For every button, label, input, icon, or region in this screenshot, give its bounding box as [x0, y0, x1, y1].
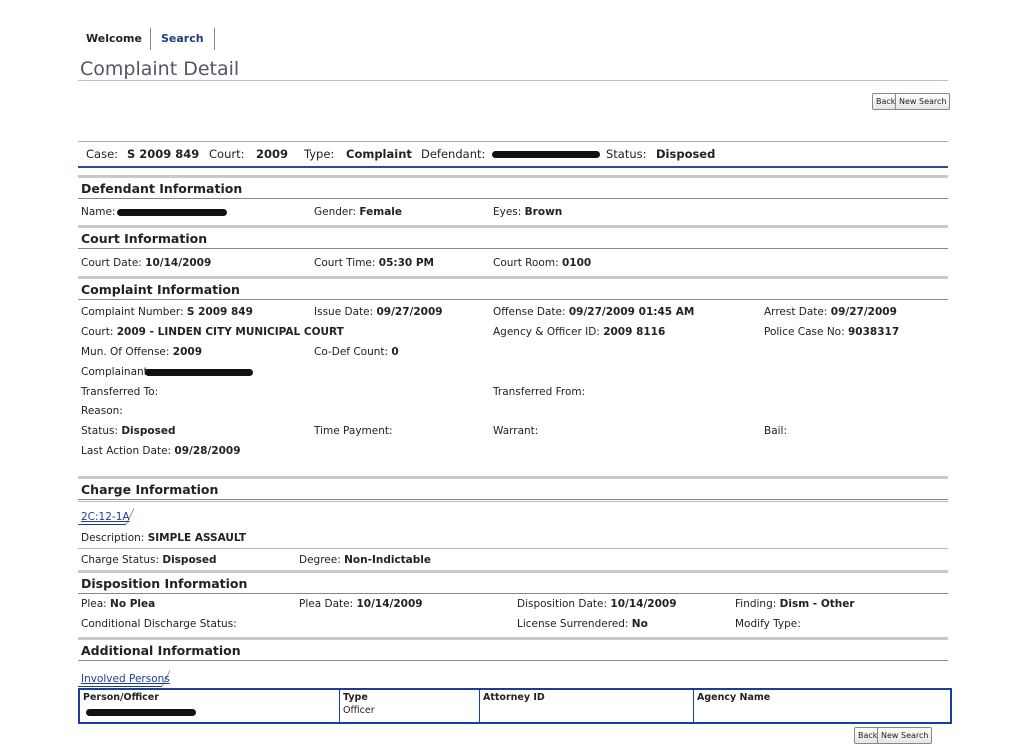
transferred-from-field: Transferred From: [493, 386, 586, 398]
issue-date-field: Issue Date: 09/27/2009 [314, 306, 443, 318]
description-field: Description: SIMPLE ASSAULT [81, 532, 247, 544]
section-defendant-information: Defendant Information [78, 175, 948, 199]
court-room-field: Court Room: 0100 [493, 257, 592, 269]
redaction-mark [492, 151, 600, 158]
complaint-status-field: Status: Disposed [81, 425, 176, 437]
involved-persons-table: Person/Officer Type Officer Attorney ID … [78, 688, 952, 724]
license-surrendered-field: License Surrendered: No [517, 618, 648, 630]
defendant-label: Defendant: [421, 147, 486, 161]
tab-welcome[interactable]: Welcome [80, 28, 150, 50]
reason-field: Reason: [81, 405, 123, 417]
section-heading: Additional Information [81, 643, 241, 658]
tab-search[interactable]: Search [149, 28, 215, 50]
section-heading: Defendant Information [81, 181, 243, 196]
new-search-button-bottom[interactable]: New Search [877, 727, 933, 744]
court-date-field: Court Date: 10/14/2009 [81, 257, 212, 269]
agency-officer-field: Agency & Officer ID: 2009 8116 [493, 326, 666, 338]
section-heading: Charge Information [81, 482, 219, 497]
case-summary-bar: Case: S 2009 849 Court: 2009 Type: Compl… [78, 141, 948, 168]
nav-tabs: Welcome Search [80, 28, 215, 50]
column-header: Person/Officer [83, 692, 159, 703]
case-value: S 2009 849 [127, 147, 200, 161]
table-column: Attorney ID [480, 690, 694, 722]
status-value: Disposed [656, 147, 716, 161]
section-court-information: Court Information [78, 225, 948, 249]
table-column: Agency Name [694, 690, 946, 722]
codef-count-field: Co-Def Count: 0 [314, 346, 399, 358]
section-additional-information: Additional Information [78, 637, 948, 661]
statute-link[interactable]: 2C:12-1A [81, 511, 130, 523]
arrest-date-field: Arrest Date: 09/27/2009 [764, 306, 897, 318]
court-value: 2009 [256, 147, 289, 161]
section-charge-information: Charge Information [78, 476, 948, 500]
divider [78, 501, 948, 502]
redaction-mark [86, 709, 196, 716]
gender-field: Gender: Female [314, 206, 403, 218]
divider [78, 548, 948, 549]
section-heading: Disposition Information [81, 576, 248, 591]
time-payment-field: Time Payment: [314, 425, 393, 437]
bail-field: Bail: [764, 425, 788, 437]
offense-date-field: Offense Date: 09/27/2009 01:45 AM [493, 306, 695, 318]
section-heading: Complaint Information [81, 282, 240, 297]
table-column: Type Officer [340, 690, 480, 722]
police-case-field: Police Case No: 9038317 [764, 326, 900, 338]
section-heading: Court Information [81, 231, 208, 246]
complaint-number-field: Complaint Number: S 2009 849 [81, 306, 253, 318]
warrant-field: Warrant: [493, 425, 539, 437]
court-label: Court: [209, 147, 245, 161]
page-title: Complaint Detail [80, 58, 240, 80]
status-label: Status: [606, 147, 647, 161]
conditional-discharge-field: Conditional Discharge Status: [81, 618, 237, 630]
divider [78, 80, 948, 81]
section-complaint-information: Complaint Information [78, 276, 948, 300]
involved-persons-link[interactable]: Involved Persons [81, 673, 170, 685]
mun-offense-field: Mun. Of Offense: 2009 [81, 346, 203, 358]
charge-status-field: Charge Status: Disposed [81, 554, 217, 566]
plea-date-field: Plea Date: 10/14/2009 [299, 598, 423, 610]
modify-type-field: Modify Type: [735, 618, 801, 630]
new-search-button[interactable]: New Search [895, 93, 951, 110]
finding-field: Finding: Dism - Other [735, 598, 855, 610]
disposition-date-field: Disposition Date: 10/14/2009 [517, 598, 677, 610]
table-column: Person/Officer [80, 690, 340, 722]
plea-field: Plea: No Plea [81, 598, 156, 610]
type-value: Complaint [346, 147, 412, 161]
column-header: Type [343, 692, 368, 703]
eyes-field: Eyes: Brown [493, 206, 563, 218]
type-label: Type: [304, 147, 335, 161]
degree-field: Degree: Non-Indictable [299, 554, 432, 566]
name-field: Name: [81, 206, 116, 218]
court-time-field: Court Time: 05:30 PM [314, 257, 434, 269]
case-label: Case: [86, 147, 119, 161]
column-header: Agency Name [697, 692, 771, 703]
redaction-mark [145, 369, 253, 376]
redaction-mark [117, 209, 227, 216]
complainant-field: Complainant: [81, 366, 152, 378]
section-disposition-information: Disposition Information [78, 570, 948, 594]
column-header: Attorney ID [483, 692, 545, 703]
last-action-field: Last Action Date: 09/28/2009 [81, 445, 241, 457]
complaint-court-field: Court: 2009 - LINDEN CITY MUNICIPAL COUR… [81, 326, 344, 338]
table-cell: Officer [343, 705, 375, 716]
transferred-to-field: Transferred To: [81, 386, 159, 398]
